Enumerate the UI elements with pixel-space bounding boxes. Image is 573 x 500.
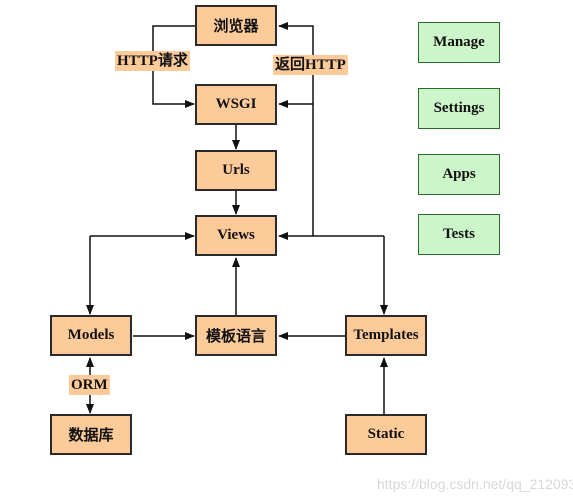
node-database: 数据库 xyxy=(50,414,132,455)
label-return-http: 返回HTTP xyxy=(273,55,348,75)
node-wsgi: WSGI xyxy=(195,84,277,125)
side-node-apps: Apps xyxy=(418,154,500,195)
node-browser: 浏览器 xyxy=(195,5,277,46)
side-node-tests: Tests xyxy=(418,214,500,255)
node-templates: Templates xyxy=(345,315,427,356)
node-models: Models xyxy=(50,315,132,356)
label-http-request: HTTP请求 xyxy=(115,51,190,71)
label-orm: ORM xyxy=(69,375,110,395)
watermark: https://blog.csdn.net/qq_21209307 xyxy=(377,476,573,492)
side-node-settings: Settings xyxy=(418,88,500,129)
node-urls: Urls xyxy=(195,150,277,191)
node-template-lang: 模板语言 xyxy=(195,315,277,356)
node-views: Views xyxy=(195,215,277,256)
side-node-manage: Manage xyxy=(418,22,500,63)
node-static: Static xyxy=(345,414,427,455)
